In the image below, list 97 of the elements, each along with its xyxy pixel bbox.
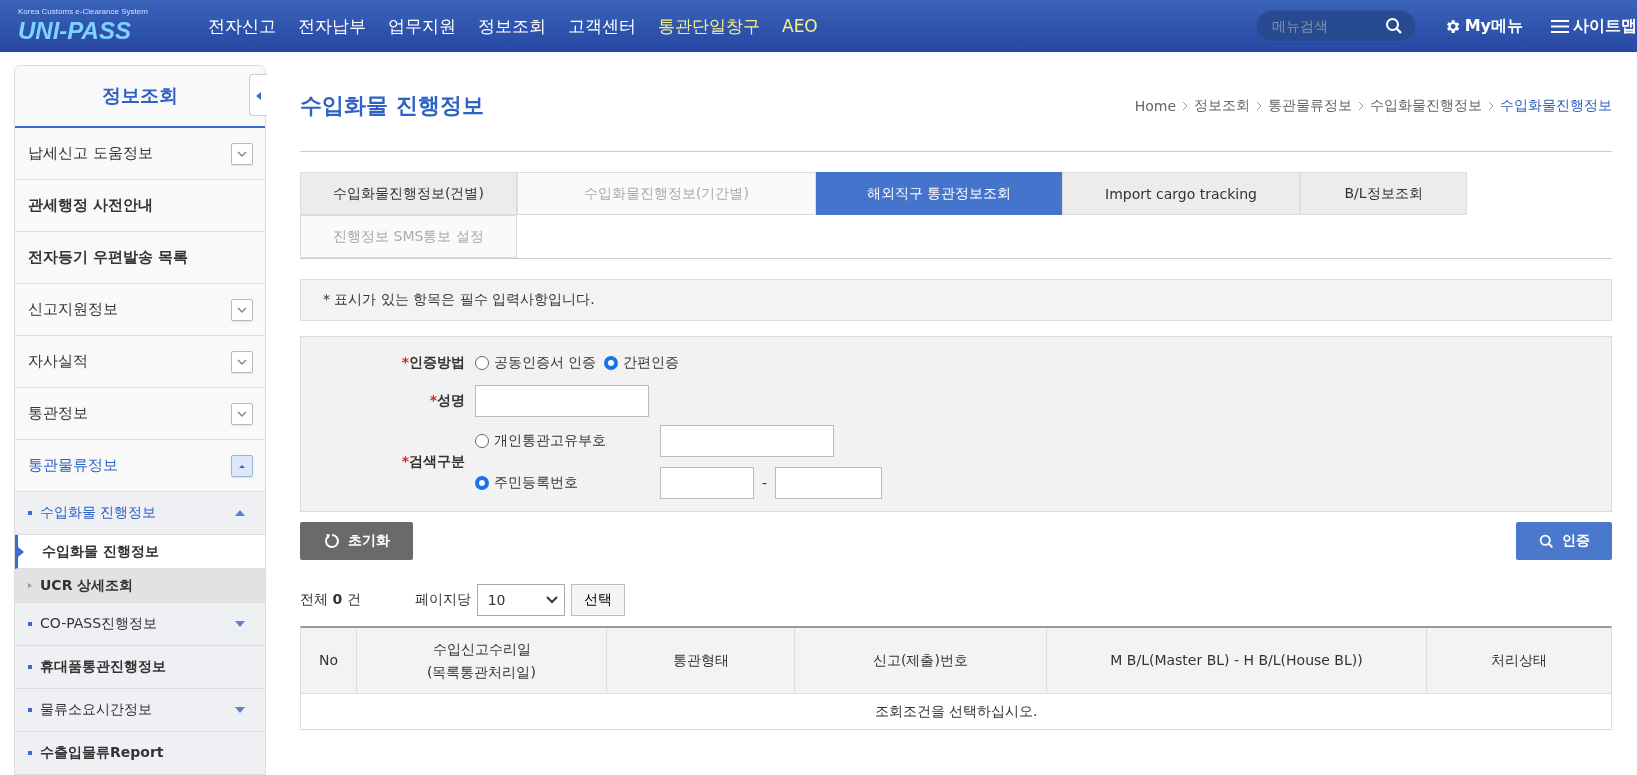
nav-link[interactable]: 고객센터: [568, 14, 636, 38]
tab[interactable]: Import cargo tracking: [1062, 172, 1300, 215]
radio-option[interactable]: 주민등록번호: [475, 474, 660, 492]
per-page-label: 페이지당: [414, 591, 471, 609]
breadcrumb-link[interactable]: 정보조회: [1194, 96, 1250, 115]
bullet-icon: [28, 511, 32, 515]
field-label: *인증방법: [400, 354, 465, 372]
sidebar-item[interactable]: 자사실적: [15, 336, 265, 388]
collapse-button[interactable]: [249, 74, 267, 116]
column-header: 처리상태: [1490, 651, 1548, 671]
total-count: 전체 0 건: [300, 591, 361, 609]
nav-link[interactable]: 정보조회: [478, 14, 546, 38]
toggle-button[interactable]: [231, 402, 253, 425]
refresh-icon: [323, 533, 340, 549]
sidebar-item[interactable]: 관세행정 사전안내: [15, 180, 265, 232]
sidebar-subitem[interactable]: CO-PASS진행정보: [15, 603, 265, 646]
notice-text: * 표시가 있는 항목은 필수 입력사항입니다.: [300, 279, 1612, 321]
menu-icon: [1551, 18, 1569, 34]
search-icon: [1384, 17, 1403, 35]
auth-button[interactable]: 인증: [1516, 522, 1612, 560]
bullet-icon: [28, 751, 32, 755]
reset-button[interactable]: 초기화: [300, 522, 413, 560]
logo[interactable]: UNI-PASS: [18, 17, 168, 45]
tab[interactable]: B/L정보조회: [1300, 172, 1467, 215]
radio-icon[interactable]: [604, 356, 619, 370]
radio-option[interactable]: 간편인증: [604, 354, 680, 372]
toggle-button[interactable]: [231, 454, 253, 477]
bullet-icon: [28, 708, 32, 712]
toggle-button[interactable]: [231, 298, 253, 321]
chevron-down-icon: [236, 149, 248, 158]
sidebar-item[interactable]: 통관물류정보: [15, 440, 265, 492]
toggle-button[interactable]: [231, 350, 253, 373]
field-label: *성명: [428, 392, 465, 410]
sidebar-item[interactable]: 신고지원정보: [15, 284, 265, 336]
chevron-down-icon: [545, 596, 558, 604]
sidebar-subitem[interactable]: 휴대품통관진행정보: [15, 646, 265, 689]
pointer-icon: [18, 546, 24, 557]
page-title: 수입화물 진행정보: [300, 91, 484, 120]
nav-link[interactable]: AEO: [782, 16, 818, 36]
chevron-right-icon: [1358, 100, 1364, 111]
input-field[interactable]: [775, 467, 883, 499]
caret-down-icon: [235, 707, 245, 713]
search-icon: [1538, 533, 1554, 549]
nav-link[interactable]: 전자신고: [208, 14, 276, 38]
breadcrumb-link[interactable]: Home: [1134, 97, 1176, 114]
nav-link[interactable]: 업무지원: [388, 14, 456, 38]
breadcrumb-link[interactable]: 수입화물진행정보: [1500, 96, 1612, 115]
chevron-down-icon: [236, 357, 248, 366]
chevron-right-icon: [1182, 100, 1188, 111]
input-field[interactable]: [660, 467, 754, 499]
bullet-icon: [28, 622, 32, 626]
sidebar-title: 정보조회: [15, 66, 265, 128]
chevron-down-icon: [236, 305, 248, 314]
search-field[interactable]: 메뉴검색: [1255, 10, 1416, 42]
column-header: 통관형태: [607, 628, 795, 693]
separator-text: -: [762, 475, 768, 491]
sidebar-item[interactable]: 전자등기 우편발송 목록: [15, 232, 265, 284]
breadcrumb-link[interactable]: 통관물류정보: [1268, 96, 1352, 115]
column-header: M B/L(Master BL) - H B/L(House BL)): [1047, 628, 1427, 693]
tab[interactable]: 해외직구 통관정보조회: [816, 172, 1062, 215]
chevron-down-icon: [236, 409, 248, 418]
sitemap-link[interactable]: 사이트맵: [1551, 15, 1637, 37]
nav-link[interactable]: 전자납부: [298, 14, 366, 38]
column-header: 수입신고수리일 (목록통관처리일): [357, 628, 607, 693]
my-menu-link[interactable]: My메뉴: [1443, 15, 1523, 37]
column-header: 신고(제출)번호: [795, 628, 1047, 693]
breadcrumb-link[interactable]: 수입화물진행정보: [1370, 96, 1482, 115]
field-label: *검색구분: [400, 453, 465, 471]
radio-option[interactable]: 개인통관고유부호: [475, 432, 660, 450]
caret-down-icon: [235, 621, 245, 627]
logo-caption: Korea Customs e-Clearance System: [18, 7, 149, 17]
select-button[interactable]: 선택: [570, 584, 625, 616]
caret-up-icon: [235, 510, 245, 516]
sidebar-item[interactable]: 납세신고 도움정보: [15, 128, 265, 180]
sidebar-subitem[interactable]: 수입화물 진행정보: [15, 492, 265, 535]
chevron-right-icon: [1488, 100, 1494, 111]
sidebar-item[interactable]: 통관정보: [15, 388, 265, 440]
name-field[interactable]: [475, 385, 649, 417]
caret-left-icon: [256, 91, 261, 100]
radio-icon[interactable]: [475, 356, 489, 370]
sidebar-subitem[interactable]: 수출입물류Report: [15, 732, 265, 775]
input-field[interactable]: [660, 425, 834, 457]
sidebar-subitem[interactable]: 물류소요시간정보: [15, 689, 265, 732]
empty-message: 조회조건을 선택하십시오.: [301, 694, 1611, 730]
bullet-icon: [28, 665, 32, 669]
column-header: No: [301, 628, 357, 693]
toggle-button[interactable]: [231, 142, 253, 165]
radio-option[interactable]: 공동인증서 인증: [475, 354, 597, 372]
sidebar-subitem[interactable]: UCR 상세조회: [15, 569, 265, 603]
sidebar-leaf[interactable]: 수입화물 진행정보: [15, 535, 265, 569]
nav-link[interactable]: 통관단일창구: [658, 14, 760, 38]
bullet-icon: [28, 583, 32, 588]
per-page-select[interactable]: 10: [476, 584, 565, 616]
chevron-right-icon: [1256, 100, 1262, 111]
radio-icon[interactable]: [475, 476, 489, 490]
radio-icon[interactable]: [475, 434, 489, 448]
tab[interactable]: 수입화물진행정보(건별): [300, 172, 517, 215]
